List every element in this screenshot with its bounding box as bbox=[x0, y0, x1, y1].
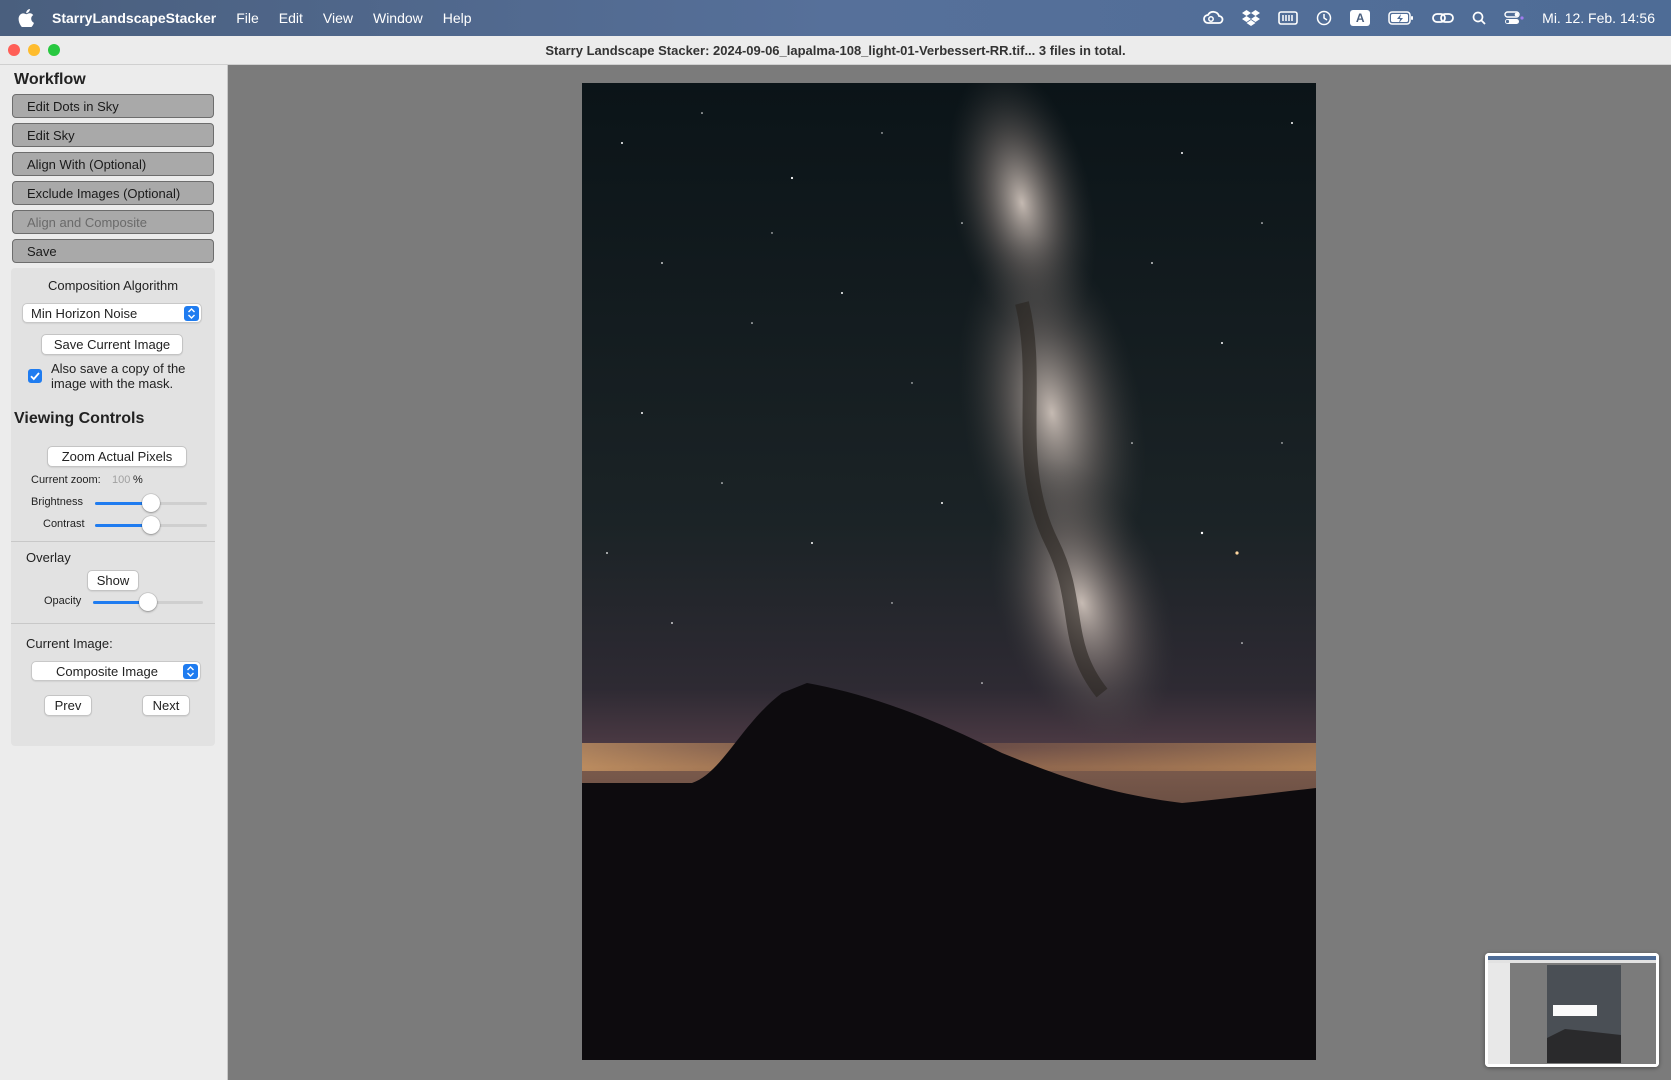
control-center-icon[interactable] bbox=[1504, 11, 1524, 25]
edit-dots-in-sky-button[interactable]: Edit Dots in Sky bbox=[12, 94, 214, 118]
menu-clock[interactable]: Mi. 12. Feb. 14:56 bbox=[1542, 10, 1655, 26]
zoom-actual-pixels-button[interactable]: Zoom Actual Pixels bbox=[47, 446, 187, 467]
next-image-button[interactable]: Next bbox=[142, 695, 190, 716]
contrast-slider-knob[interactable] bbox=[142, 516, 160, 534]
overlay-show-button[interactable]: Show bbox=[87, 570, 139, 591]
overlay-divider bbox=[11, 541, 215, 542]
composition-algorithm-value: Min Horizon Noise bbox=[31, 306, 138, 321]
overlay-heading: Overlay bbox=[26, 550, 71, 565]
menu-view[interactable]: View bbox=[323, 10, 353, 26]
sidebar: Workflow Edit Dots in Sky Edit Sky Align… bbox=[0, 65, 228, 1080]
window-titlebar: Starry Landscape Stacker: 2024-09-06_lap… bbox=[0, 36, 1671, 65]
brightness-label: Brightness bbox=[31, 496, 83, 508]
image-canvas[interactable] bbox=[582, 83, 1316, 1060]
window-title: Starry Landscape Stacker: 2024-09-06_lap… bbox=[545, 42, 1126, 58]
select-arrows-icon bbox=[184, 306, 199, 321]
save-button[interactable]: Save bbox=[12, 239, 214, 263]
menu-bar: StarryLandscapeStacker File Edit View Wi… bbox=[0, 0, 1671, 36]
menu-file[interactable]: File bbox=[236, 10, 259, 26]
apple-menu-icon[interactable] bbox=[18, 9, 36, 27]
contrast-label: Contrast bbox=[43, 518, 85, 530]
brightness-slider-knob[interactable] bbox=[142, 494, 160, 512]
mask-checkbox-label: Also save a copy of the image with the m… bbox=[51, 361, 186, 391]
mask-checkbox[interactable] bbox=[28, 369, 42, 383]
edit-sky-button[interactable]: Edit Sky bbox=[12, 123, 214, 147]
menu-help[interactable]: Help bbox=[443, 10, 472, 26]
screenshot-thumbnail[interactable] bbox=[1485, 953, 1659, 1067]
creative-cloud-icon[interactable] bbox=[1202, 10, 1224, 26]
current-image-select[interactable]: Composite Image bbox=[31, 661, 201, 681]
minimize-window-button[interactable] bbox=[28, 44, 40, 56]
close-window-button[interactable] bbox=[8, 44, 20, 56]
input-source-icon[interactable]: A bbox=[1350, 10, 1371, 26]
battery-icon[interactable] bbox=[1388, 11, 1414, 25]
menu-app-name[interactable]: StarryLandscapeStacker bbox=[52, 10, 216, 26]
zoom-window-button[interactable] bbox=[48, 44, 60, 56]
current-image-value: Composite Image bbox=[56, 664, 158, 679]
checkmark-icon bbox=[30, 372, 40, 381]
current-zoom-value: 100 bbox=[112, 474, 131, 486]
save-current-image-button[interactable]: Save Current Image bbox=[41, 334, 183, 355]
memory-icon[interactable] bbox=[1278, 11, 1298, 25]
select-arrows-icon bbox=[183, 664, 198, 679]
dropbox-icon[interactable] bbox=[1242, 10, 1261, 26]
time-machine-icon[interactable] bbox=[1316, 10, 1332, 26]
composition-algorithm-select[interactable]: Min Horizon Noise bbox=[22, 303, 202, 323]
current-image-divider bbox=[11, 623, 215, 624]
link-icon[interactable] bbox=[1432, 11, 1455, 25]
current-zoom-unit: % bbox=[133, 474, 143, 486]
spotlight-search-icon[interactable] bbox=[1472, 11, 1486, 25]
viewing-panel: Zoom Actual Pixels Current zoom: 100 % B… bbox=[11, 433, 215, 746]
opacity-label: Opacity bbox=[44, 595, 82, 607]
milky-way-photo bbox=[582, 83, 1316, 1060]
viewing-controls-heading: Viewing Controls bbox=[14, 410, 145, 427]
opacity-slider-knob[interactable] bbox=[139, 593, 157, 611]
current-image-label: Current Image: bbox=[26, 636, 113, 651]
contrast-slider[interactable] bbox=[95, 515, 207, 535]
menu-window[interactable]: Window bbox=[373, 10, 423, 26]
brightness-slider[interactable] bbox=[95, 493, 207, 513]
workflow-heading: Workflow bbox=[14, 71, 86, 88]
opacity-slider[interactable] bbox=[93, 592, 203, 612]
align-with-button[interactable]: Align With (Optional) bbox=[12, 152, 214, 176]
screenshot-preview-image bbox=[1485, 953, 1659, 1067]
align-and-composite-button: Align and Composite bbox=[12, 210, 214, 234]
prev-image-button[interactable]: Prev bbox=[44, 695, 92, 716]
exclude-images-button[interactable]: Exclude Images (Optional) bbox=[12, 181, 214, 205]
current-zoom-label: Current zoom: bbox=[31, 474, 101, 486]
composition-algorithm-label: Composition Algorithm bbox=[47, 278, 179, 293]
menu-edit[interactable]: Edit bbox=[279, 10, 303, 26]
